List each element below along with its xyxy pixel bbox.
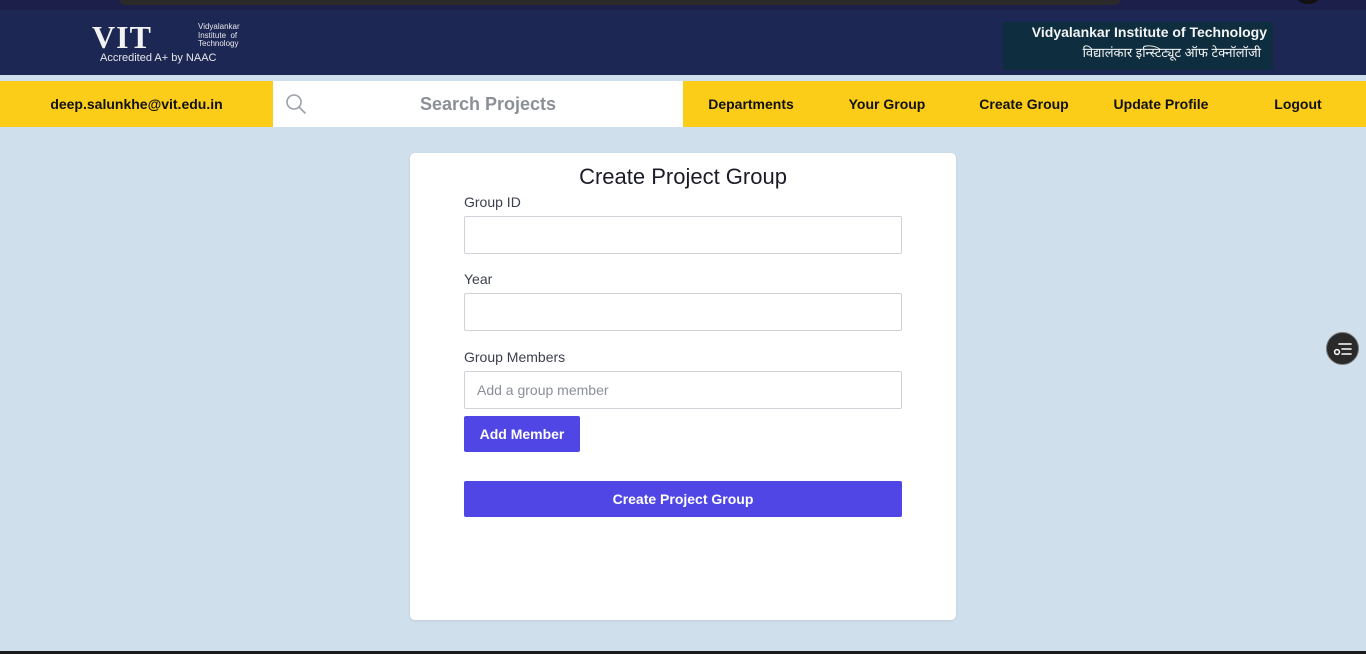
group-id-field[interactable]: [464, 216, 902, 254]
institute-name-hindi: विद्यालंकार इन्स्टिट्यूट ऑफ टेक्नॉलॉजी: [1082, 45, 1261, 60]
floating-action-button[interactable]: [1326, 332, 1359, 365]
nav-departments[interactable]: Departments: [696, 81, 806, 127]
user-email: deep.salunkhe@vit.edu.in: [50, 96, 223, 112]
group-member-input[interactable]: [464, 371, 902, 409]
vit-logo[interactable]: VIT Vidyalankar Institute of Technology …: [92, 19, 262, 70]
browser-top-strip: [0, 0, 1366, 10]
main-navbar: deep.salunkhe@vit.edu.in Departments You…: [0, 81, 1366, 127]
nav-your-group[interactable]: Your Group: [836, 81, 938, 127]
create-group-card: Create Project Group Group ID Year Group…: [410, 153, 956, 620]
nav-logout[interactable]: Logout: [1262, 81, 1334, 127]
search-bar: [273, 81, 683, 127]
browser-bar: [120, 0, 1120, 5]
search-icon: [285, 93, 307, 115]
add-member-button[interactable]: Add Member: [464, 416, 580, 452]
site-header: VIT Vidyalankar Institute of Technology …: [0, 10, 1366, 75]
group-members-label: Group Members: [464, 349, 566, 365]
logo-subtitle: Vidyalankar Institute of Technology: [198, 22, 258, 49]
nav-create-group[interactable]: Create Group: [968, 81, 1080, 127]
year-label: Year: [464, 271, 493, 287]
search-input[interactable]: [313, 81, 663, 127]
create-project-group-button[interactable]: Create Project Group: [464, 481, 902, 517]
nav-update-profile[interactable]: Update Profile: [1100, 81, 1222, 127]
institute-name-english: Vidyalankar Institute of Technology: [1031, 24, 1267, 40]
year-field[interactable]: [464, 293, 902, 331]
logo-mark: VIT: [92, 19, 152, 55]
page-title: Create Project Group: [579, 164, 787, 189]
browser-profile-dot: [1295, 0, 1321, 4]
group-id-label: Group ID: [464, 194, 521, 210]
logo-line: Technology: [198, 39, 239, 48]
institute-name-banner: Vidyalankar Institute of Technology विद्…: [1003, 22, 1273, 70]
logo-accreditation: Accredited A+ by NAAC: [100, 52, 217, 64]
